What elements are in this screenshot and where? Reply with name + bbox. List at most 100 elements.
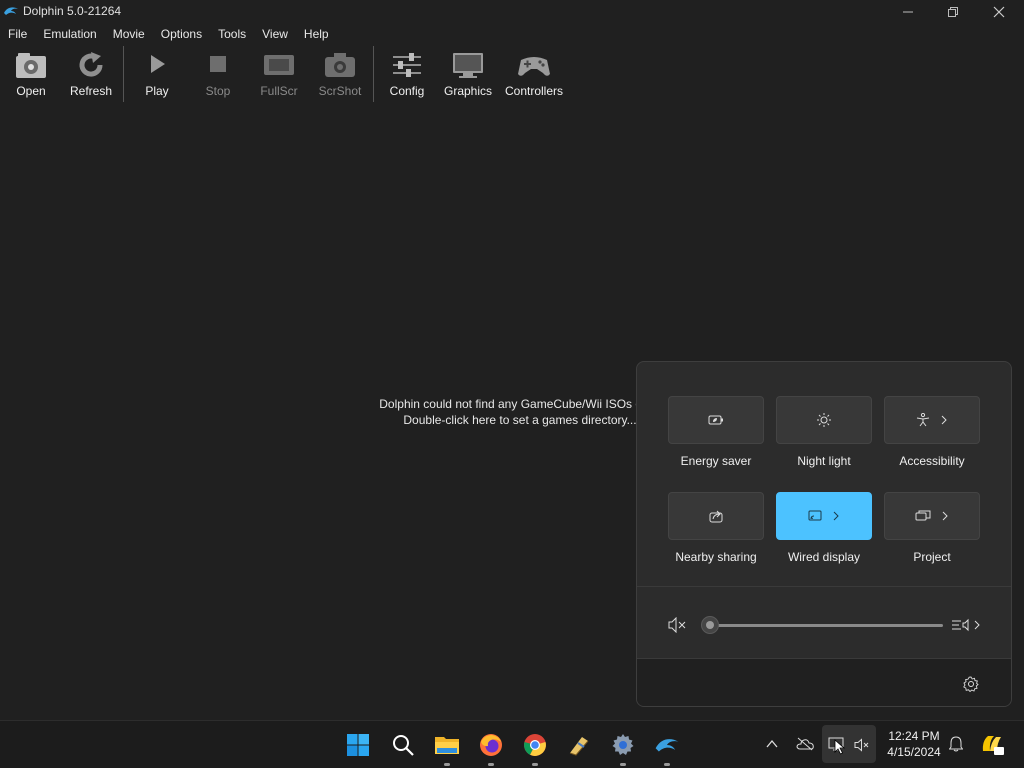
graphics-button[interactable]: Graphics (442, 46, 494, 102)
nearby-sharing-label: Nearby sharing (675, 550, 757, 564)
taskbar-chrome[interactable] (519, 729, 551, 766)
onedrive-off-icon[interactable] (796, 737, 814, 751)
quick-settings-panel: Energy saver Night light Accessibility N… (636, 361, 1012, 707)
running-indicator (444, 763, 450, 766)
taskbar-firefox[interactable] (475, 729, 507, 766)
controllers-button[interactable]: Controllers (503, 46, 565, 102)
accessibility-label: Accessibility (899, 454, 965, 468)
window-title: Dolphin 5.0-21264 (23, 4, 122, 18)
bell-icon[interactable] (949, 736, 963, 752)
project-icon (915, 510, 931, 521)
taskbar-settings[interactable] (607, 729, 639, 766)
file-explorer-icon (435, 737, 459, 754)
clock[interactable]: 12:24 PM 4/15/2024 (878, 728, 950, 760)
dolphin-app-icon (4, 7, 18, 15)
energy-saver-tile[interactable] (668, 396, 764, 444)
settings-icon (612, 734, 634, 755)
accessibility-icon (916, 413, 930, 427)
toolbar-separator (373, 46, 374, 102)
stop-icon (210, 56, 226, 72)
menu-emulation[interactable]: Emulation (35, 24, 104, 44)
refresh-label: Refresh (69, 84, 113, 98)
refresh-icon (79, 52, 103, 77)
restore-button[interactable] (930, 0, 976, 24)
menu-movie[interactable]: Movie (105, 24, 153, 44)
screenshot-label: ScrShot (318, 84, 362, 98)
cast-icon (808, 510, 822, 521)
screenshot-button[interactable]: ScrShot (316, 46, 364, 102)
taskbar-dolphin[interactable] (651, 729, 683, 766)
accessibility-tile[interactable] (884, 396, 980, 444)
running-indicator (532, 763, 538, 766)
volume-mute-icon (854, 738, 869, 752)
chevron-right-icon (833, 511, 839, 521)
running-indicator (488, 763, 494, 766)
menu-view[interactable]: View (254, 24, 296, 44)
open-button[interactable]: Open (8, 46, 54, 102)
play-icon (151, 55, 165, 73)
gamepad-icon (518, 57, 550, 76)
restore-icon (948, 7, 958, 17)
open-label: Open (16, 84, 46, 98)
chevron-right-icon (941, 415, 947, 425)
chevron-up-icon[interactable] (766, 739, 778, 749)
volume-slider-thumb[interactable] (701, 616, 719, 634)
start-icon (347, 734, 369, 756)
chrome-icon (524, 734, 546, 756)
energy-saver-label: Energy saver (680, 454, 752, 468)
volume-slider-track[interactable] (711, 624, 943, 627)
search-button[interactable] (387, 729, 419, 761)
start-button[interactable] (342, 729, 374, 761)
audio-output-icon[interactable] (951, 618, 983, 632)
running-indicator (620, 763, 626, 766)
app-icon (569, 737, 589, 756)
toolbar: Open Refresh Play Stop FullScr ScrShot C… (0, 46, 1024, 102)
night-light-tile[interactable] (776, 396, 872, 444)
night-light-label: Night light (797, 454, 851, 468)
taskbar-file-explorer[interactable] (431, 729, 463, 766)
dolphin-icon (655, 739, 679, 752)
copilot-icon[interactable] (980, 733, 1004, 755)
taskbar: 12:24 PM 4/15/2024 (0, 720, 1024, 768)
menu-file[interactable]: File (0, 24, 35, 44)
config-button[interactable]: Config (384, 46, 430, 102)
battery-leaf-icon (708, 415, 723, 425)
clock-time: 12:24 PM (888, 729, 940, 743)
mouse-cursor-icon (834, 739, 846, 755)
firefox-icon (480, 734, 502, 756)
camera-icon (325, 53, 355, 77)
title-bar: Dolphin 5.0-21264 (0, 0, 1024, 24)
running-indicator (664, 763, 670, 766)
sun-icon (817, 413, 831, 427)
stop-button[interactable]: Stop (198, 46, 238, 102)
minimize-icon (903, 11, 913, 13)
wired-display-tile[interactable] (776, 492, 872, 540)
share-icon (709, 510, 723, 523)
fullscreen-icon (264, 55, 294, 75)
refresh-button[interactable]: Refresh (66, 46, 116, 102)
fullscreen-label: FullScr (260, 84, 298, 98)
panel-divider (637, 586, 1011, 587)
project-tile[interactable] (884, 492, 980, 540)
menu-bar: File Emulation Movie Options Tools View … (0, 24, 1024, 44)
taskbar-app[interactable] (563, 729, 595, 761)
stop-label: Stop (205, 84, 231, 98)
graphics-label: Graphics (443, 84, 493, 98)
chevron-right-icon (942, 511, 948, 521)
menu-options[interactable]: Options (153, 24, 210, 44)
toolbar-separator (123, 46, 124, 102)
play-label: Play (145, 84, 169, 98)
open-icon (16, 53, 46, 78)
menu-tools[interactable]: Tools (210, 24, 254, 44)
minimize-button[interactable] (885, 0, 931, 24)
gear-icon[interactable] (963, 676, 979, 692)
controllers-label: Controllers (504, 84, 564, 98)
wired-display-label: Wired display (787, 550, 861, 564)
close-icon (993, 6, 1005, 18)
play-button[interactable]: Play (136, 46, 178, 102)
close-button[interactable] (976, 0, 1022, 24)
volume-mute-icon[interactable] (667, 617, 687, 633)
menu-help[interactable]: Help (296, 24, 337, 44)
fullscreen-button[interactable]: FullScr (256, 46, 302, 102)
nearby-sharing-tile[interactable] (668, 492, 764, 540)
